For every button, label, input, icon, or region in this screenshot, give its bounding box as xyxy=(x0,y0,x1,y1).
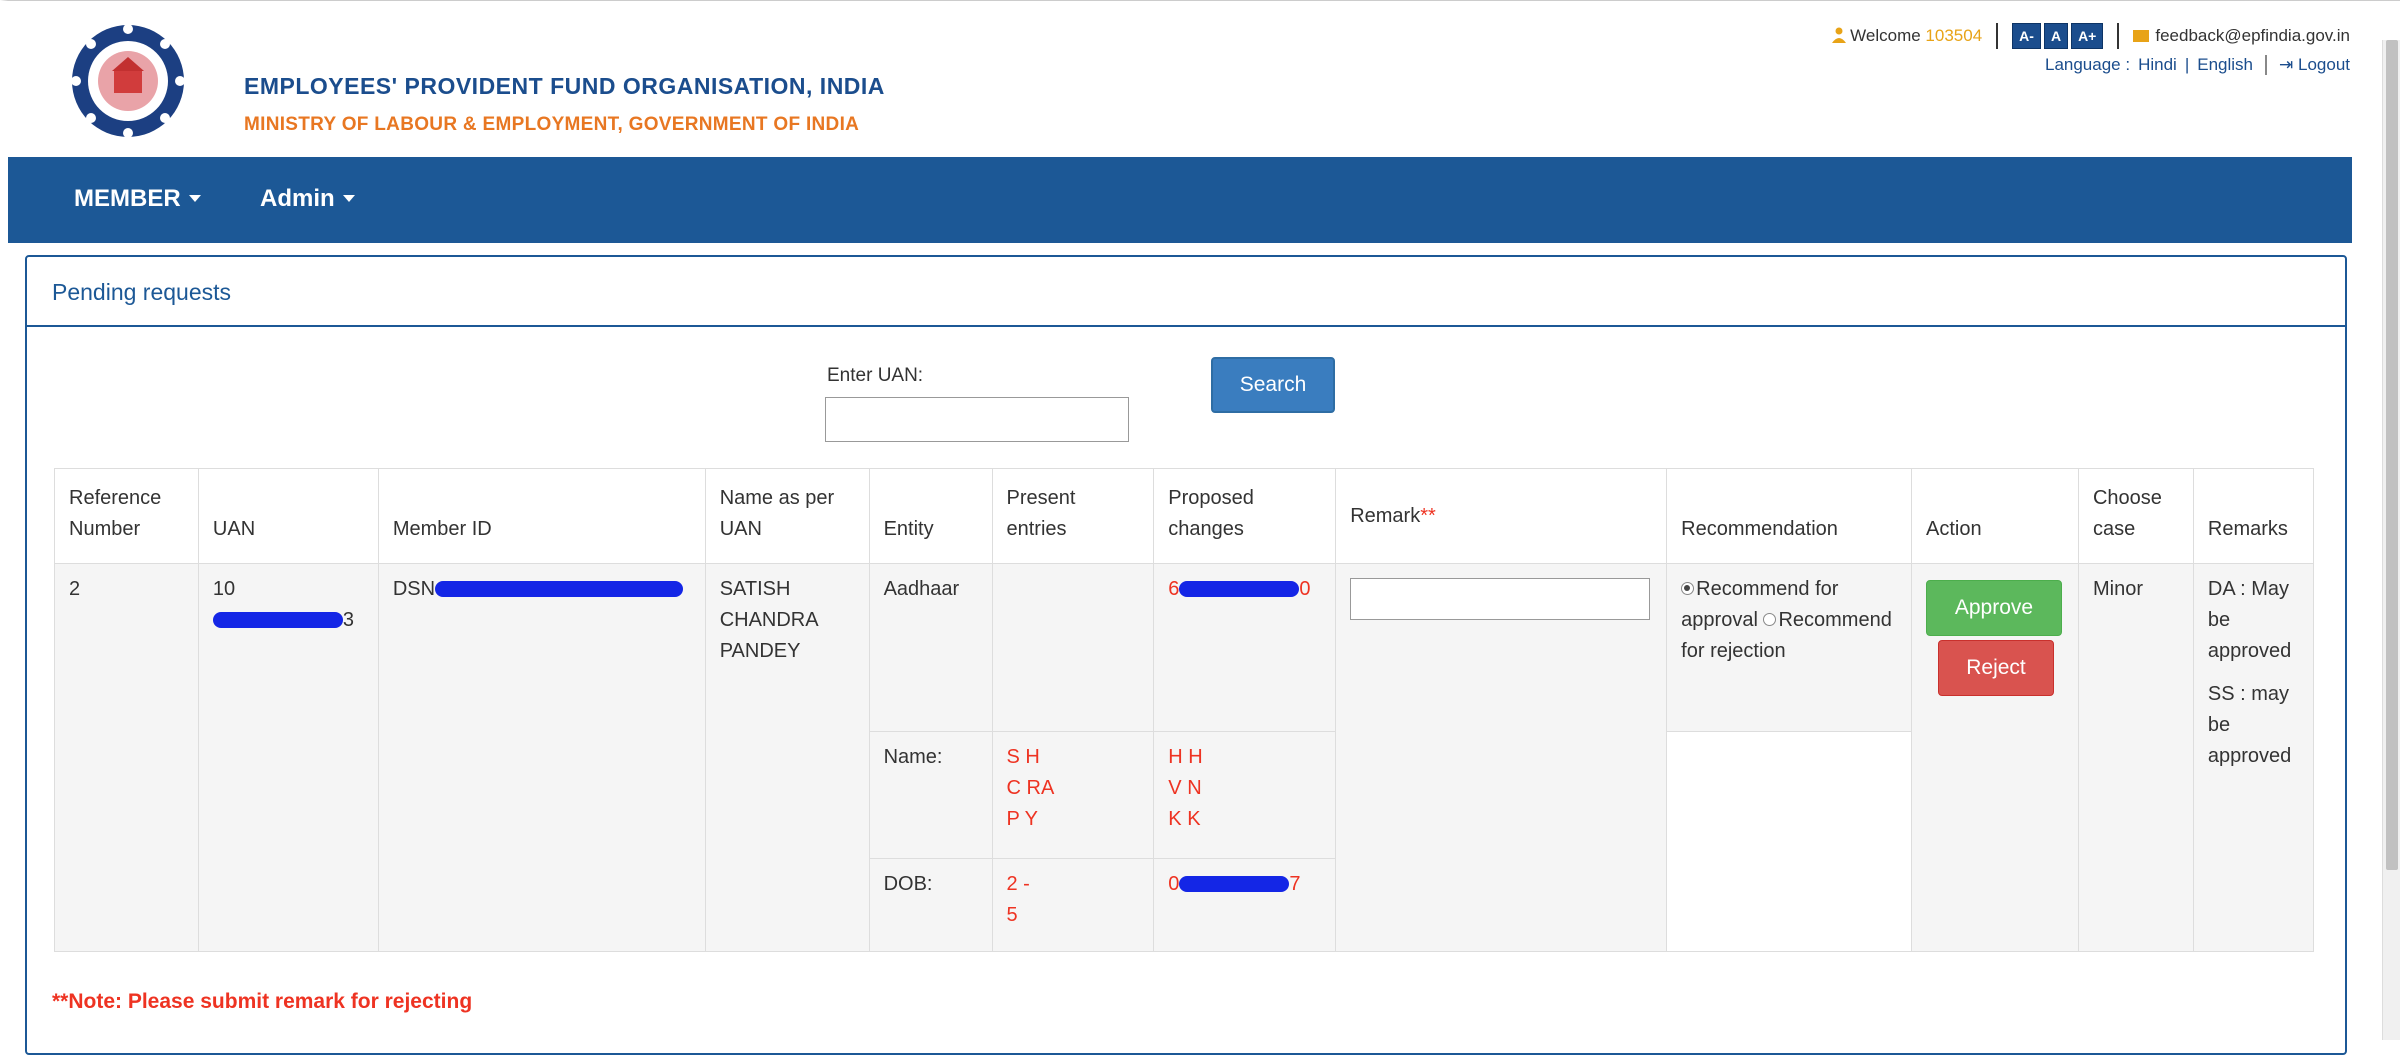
language-label: Language : xyxy=(2044,55,2131,74)
feedback-link[interactable]: feedback@epfindia.gov.in xyxy=(2133,26,2350,46)
panel-title: Pending requests xyxy=(27,257,2345,327)
font-normal-button[interactable]: A xyxy=(2043,23,2069,49)
cell-proposed-dob: 07 xyxy=(1153,858,1337,952)
cell-member-id: DSN xyxy=(377,563,706,952)
logout-link[interactable]: ⇥ Logout xyxy=(2279,55,2350,75)
cell-proposed-name: H H V N K K xyxy=(1153,731,1337,859)
remark-ss: SS : may be approved xyxy=(2207,683,2292,767)
col-reference-number: Reference Number xyxy=(54,468,199,564)
cell-entity-aadhaar: Aadhaar xyxy=(868,563,993,732)
org-subtitle: MINISTRY OF LABOUR & EMPLOYMENT, GOVERNM… xyxy=(244,114,860,135)
redaction-mark xyxy=(1179,876,1290,892)
language-separator: | xyxy=(2184,55,2190,74)
cell-remark xyxy=(1335,563,1668,952)
rejection-note: **Note: Please submit remark for rejecti… xyxy=(52,990,473,1013)
table-row: 2 103 DSN SATISH CHANDRA PANDEY Aadhaar … xyxy=(54,563,2315,952)
cell-reference-number: 2 xyxy=(54,563,199,952)
col-uan: UAN xyxy=(197,468,379,564)
welcome-text: Welcome 103504 xyxy=(1832,26,1982,46)
remark-da: DA : May be approved xyxy=(2207,578,2292,662)
reject-button[interactable]: Reject xyxy=(1937,640,2054,696)
pending-requests-table: Reference Number UAN Member ID Name as p… xyxy=(54,468,2315,952)
pending-requests-panel: Pending requests Enter UAN: Search Refer… xyxy=(25,255,2347,1055)
font-increase-button[interactable]: A+ xyxy=(2071,23,2104,49)
cell-name: SATISH CHANDRA PANDEY xyxy=(704,563,870,952)
col-present-entries: Present entries xyxy=(991,468,1155,564)
redaction-mark xyxy=(435,581,684,597)
language-hindi-link[interactable]: Hindi xyxy=(2138,55,2177,75)
col-remarks: Remarks xyxy=(2192,468,2315,564)
col-action: Action xyxy=(1910,468,2079,564)
nav-member-menu[interactable]: MEMBER xyxy=(74,185,201,213)
divider xyxy=(2265,55,2268,75)
cell-proposed-aadhaar: 60 xyxy=(1153,563,1337,732)
table-header-row: Reference Number UAN Member ID Name as p… xyxy=(54,468,2315,564)
recommend-rejection-radio[interactable] xyxy=(1763,613,1777,626)
cell-remarks: DA : May be approved SS : may be approve… xyxy=(2192,563,2315,952)
divider xyxy=(2117,23,2120,49)
vertical-scrollbar[interactable] xyxy=(2382,40,2400,1040)
remark-input[interactable] xyxy=(1350,578,1651,620)
font-size-controls: A- A A+ xyxy=(2012,23,2104,49)
col-recommendation: Recommendation xyxy=(1666,468,1912,564)
mail-icon xyxy=(2133,30,2150,42)
uan-label: Enter UAN: xyxy=(827,365,924,386)
cell-action: Approve Reject xyxy=(1910,563,2079,952)
scrollbar-thumb[interactable] xyxy=(2386,40,2398,870)
col-entity: Entity xyxy=(868,468,993,564)
col-proposed-changes: Proposed changes xyxy=(1153,468,1337,564)
col-remark: Remark** xyxy=(1335,468,1668,564)
cell-choose-case: Minor xyxy=(2077,563,2194,952)
caret-down-icon xyxy=(342,195,355,202)
col-name: Name as per UAN xyxy=(704,468,870,564)
main-navbar: MEMBER Admin xyxy=(8,157,2352,243)
cell-recommendation: Recommend for approval Recommend for rej… xyxy=(1666,563,1912,732)
cell-present-aadhaar xyxy=(991,563,1155,732)
cell-uan: 103 xyxy=(197,563,379,952)
divider xyxy=(1996,23,1999,49)
col-member-id: Member ID xyxy=(377,468,706,564)
required-mark: ** xyxy=(1420,504,1436,527)
user-icon xyxy=(1832,27,1847,43)
col-choose-case: Choose case xyxy=(2077,468,2194,564)
epfo-logo-icon xyxy=(71,24,185,138)
font-decrease-button[interactable]: A- xyxy=(2012,23,2041,49)
recommend-approval-radio[interactable] xyxy=(1681,582,1695,595)
site-header: EMPLOYEES' PROVIDENT FUND ORGANISATION, … xyxy=(0,0,2400,157)
uan-input[interactable] xyxy=(825,397,1129,442)
search-button[interactable]: Search xyxy=(1211,357,1335,413)
language-english-link[interactable]: English xyxy=(2197,55,2253,75)
logout-icon: ⇥ xyxy=(2279,55,2294,74)
top-utility-bar: Welcome 103504 A- A A+ feedback@epfindia… xyxy=(1832,21,2350,75)
approve-button[interactable]: Approve xyxy=(1925,580,2062,636)
cell-entity-name: Name: xyxy=(868,731,993,859)
nav-admin-menu[interactable]: Admin xyxy=(260,185,355,213)
caret-down-icon xyxy=(188,195,201,202)
cell-recommendation-empty xyxy=(1666,731,1912,952)
welcome-user-id: 103504 xyxy=(1925,26,1983,45)
cell-present-name: S H C RA P Y xyxy=(991,731,1155,859)
org-title: EMPLOYEES' PROVIDENT FUND ORGANISATION, … xyxy=(244,73,885,99)
redaction-mark xyxy=(212,612,343,628)
cell-entity-dob: DOB: xyxy=(868,858,993,952)
redaction-mark xyxy=(1179,581,1300,597)
cell-present-dob: 2 - 5 xyxy=(991,858,1155,952)
